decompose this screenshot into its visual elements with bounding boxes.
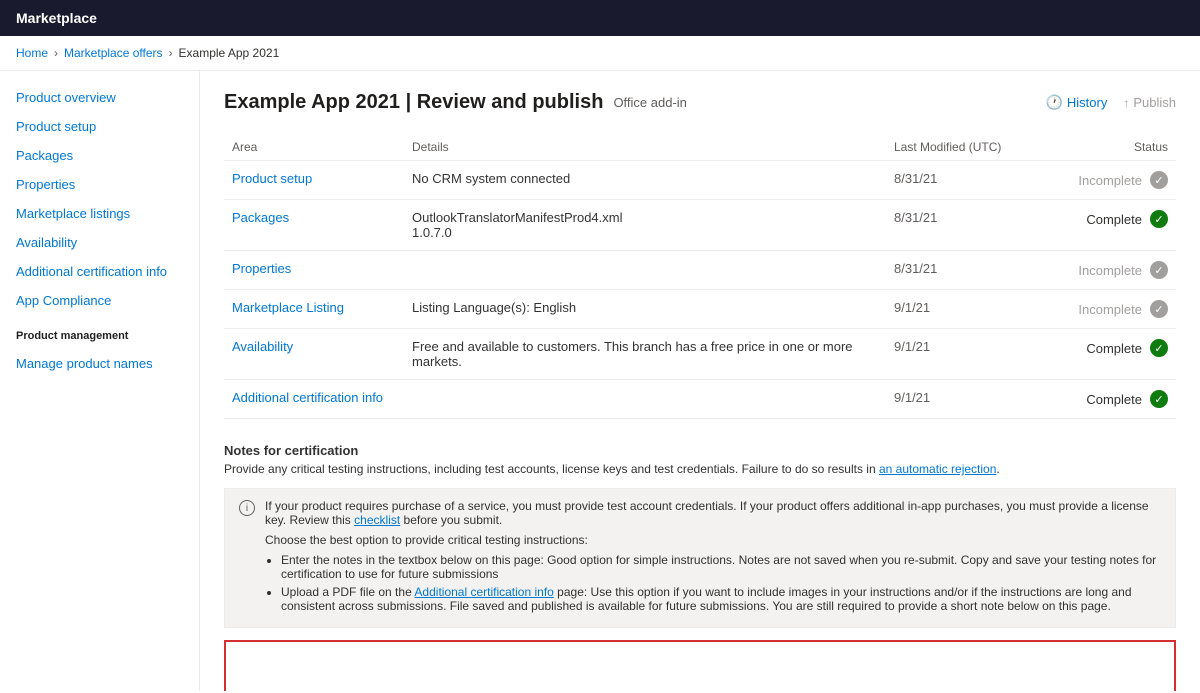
- status-label: Complete: [1086, 392, 1142, 407]
- sidebar-item-manage-product-names[interactable]: Manage product names: [0, 349, 199, 378]
- area-link[interactable]: Additional certification info: [232, 390, 383, 405]
- breadcrumb-current: Example App 2021: [179, 46, 280, 60]
- status-cell: Incomplete ✓: [1036, 161, 1176, 200]
- details-cell: [404, 251, 886, 290]
- table-row: Marketplace Listing Listing Language(s): …: [224, 290, 1176, 329]
- sidebar-item-product-overview[interactable]: Product overview: [0, 83, 199, 112]
- checklist-link[interactable]: checklist: [354, 513, 400, 527]
- page-title-row: Example App 2021 | Review and publish Of…: [224, 91, 1176, 114]
- status-label: Incomplete: [1078, 263, 1142, 278]
- sidebar-item-additional-cert[interactable]: Additional certification info: [0, 257, 199, 286]
- info-icon: i: [239, 500, 255, 516]
- sidebar-item-packages[interactable]: Packages: [0, 141, 199, 170]
- check-icon: ✓: [1150, 390, 1168, 408]
- top-bar-title: Marketplace: [16, 10, 97, 26]
- modified-cell: 8/31/21: [886, 161, 1036, 200]
- bullet-item-2: Upload a PDF file on the Additional cert…: [281, 585, 1161, 613]
- modified-cell: 9/1/21: [886, 329, 1036, 380]
- area-link[interactable]: Packages: [232, 210, 289, 225]
- sidebar-item-app-compliance[interactable]: App Compliance: [0, 286, 199, 315]
- modified-cell: 9/1/21: [886, 380, 1036, 419]
- breadcrumb-sep2: ›: [169, 46, 173, 60]
- history-icon: 🕐: [1045, 94, 1062, 111]
- top-bar: Marketplace: [0, 0, 1200, 36]
- check-icon: ✓: [1150, 339, 1168, 357]
- incomplete-icon: ✓: [1150, 300, 1168, 318]
- check-icon: ✓: [1150, 210, 1168, 228]
- status-cell: Incomplete ✓: [1036, 290, 1176, 329]
- publish-icon: ↑: [1123, 96, 1129, 110]
- table-row: Availability Free and available to custom…: [224, 329, 1176, 380]
- incomplete-icon: ✓: [1150, 171, 1168, 189]
- bullet-list: Enter the notes in the textbox below on …: [281, 553, 1161, 613]
- col-area: Area: [224, 134, 404, 161]
- sidebar-item-properties[interactable]: Properties: [0, 170, 199, 199]
- info-content: If your product requires purchase of a s…: [265, 499, 1161, 617]
- table-row: Product setup No CRM system connected8/31…: [224, 161, 1176, 200]
- status-label: Incomplete: [1078, 173, 1142, 188]
- sidebar-item-availability[interactable]: Availability: [0, 228, 199, 257]
- area-link[interactable]: Availability: [232, 339, 293, 354]
- details-cell: Listing Language(s): English: [404, 290, 886, 329]
- review-table: Area Details Last Modified (UTC) Status …: [224, 134, 1176, 419]
- info-box: i If your product requires purchase of a…: [224, 488, 1176, 628]
- history-button[interactable]: 🕐 History: [1045, 94, 1107, 111]
- breadcrumb-marketplace-offers[interactable]: Marketplace offers: [64, 46, 163, 60]
- status-cell: Incomplete ✓: [1036, 251, 1176, 290]
- col-modified: Last Modified (UTC): [886, 134, 1036, 161]
- sidebar-item-marketplace-listings[interactable]: Marketplace listings: [0, 199, 199, 228]
- breadcrumb-home[interactable]: Home: [16, 46, 48, 60]
- status-label: Incomplete: [1078, 302, 1142, 317]
- table-row: Properties 8/31/21 Incomplete ✓: [224, 251, 1176, 290]
- col-status: Status: [1036, 134, 1176, 161]
- cert-notes-textarea[interactable]: [224, 640, 1176, 691]
- breadcrumb-sep1: ›: [54, 46, 58, 60]
- sidebar: Product overview Product setup Packages …: [0, 71, 200, 691]
- sidebar-item-product-setup[interactable]: Product setup: [0, 112, 199, 141]
- notes-section: Notes for certification Provide any crit…: [224, 443, 1176, 691]
- page-tag: Office add-in: [613, 95, 686, 110]
- area-link[interactable]: Properties: [232, 261, 291, 276]
- table-row: Packages OutlookTranslatorManifestProd4.x…: [224, 200, 1176, 251]
- modified-cell: 8/31/21: [886, 251, 1036, 290]
- choose-label: Choose the best option to provide critic…: [265, 533, 1161, 547]
- layout: Product overview Product setup Packages …: [0, 71, 1200, 691]
- area-link[interactable]: Product setup: [232, 171, 312, 186]
- details-cell: No CRM system connected: [404, 161, 886, 200]
- page-title-actions: 🕐 History ↑ Publish: [1045, 94, 1176, 111]
- status-cell: Complete ✓: [1036, 200, 1176, 251]
- auto-rejection-link[interactable]: an automatic rejection: [879, 462, 996, 476]
- sidebar-section-product-management: Product management: [0, 323, 199, 349]
- incomplete-icon: ✓: [1150, 261, 1168, 279]
- status-label: Complete: [1086, 341, 1142, 356]
- status-cell: Complete ✓: [1036, 329, 1176, 380]
- modified-cell: 9/1/21: [886, 290, 1036, 329]
- page-title-text: Example App 2021 | Review and publish: [224, 91, 603, 114]
- status-label: Complete: [1086, 212, 1142, 227]
- table-row: Additional certification info9/1/21Compl…: [224, 380, 1176, 419]
- additional-cert-link[interactable]: Additional certification info: [414, 585, 553, 599]
- status-cell: Complete ✓: [1036, 380, 1176, 419]
- main-content: Example App 2021 | Review and publish Of…: [200, 71, 1200, 691]
- notes-desc: Provide any critical testing instruction…: [224, 462, 1176, 476]
- area-link[interactable]: Marketplace Listing: [232, 300, 344, 315]
- col-details: Details: [404, 134, 886, 161]
- bullet-item-1: Enter the notes in the textbox below on …: [281, 553, 1161, 581]
- breadcrumb: Home › Marketplace offers › Example App …: [0, 36, 1200, 71]
- modified-cell: 8/31/21: [886, 200, 1036, 251]
- details-cell: OutlookTranslatorManifestProd4.xml 1.0.7…: [404, 200, 886, 251]
- details-cell: [404, 380, 886, 419]
- details-cell: Free and available to customers. This br…: [404, 329, 886, 380]
- publish-header-button[interactable]: ↑ Publish: [1123, 95, 1176, 110]
- notes-title: Notes for certification: [224, 443, 1176, 458]
